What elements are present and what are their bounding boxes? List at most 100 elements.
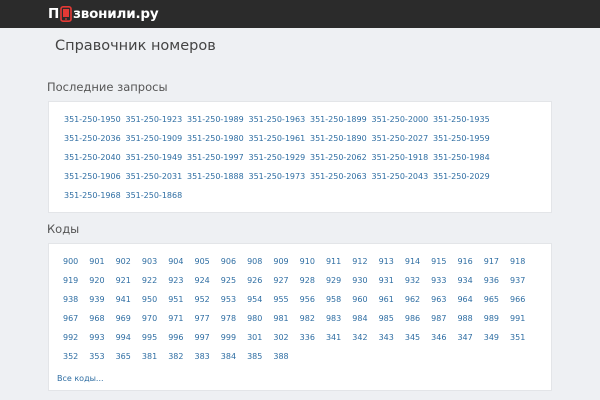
recent-number-link[interactable]: 351-250-1989 (187, 114, 249, 133)
code-link[interactable]: 978 (221, 313, 247, 332)
code-link[interactable]: 963 (431, 294, 457, 313)
code-link[interactable]: 904 (168, 256, 194, 275)
code-link[interactable]: 930 (352, 275, 378, 294)
code-link[interactable]: 934 (457, 275, 483, 294)
code-link[interactable]: 953 (221, 294, 247, 313)
code-link[interactable]: 951 (168, 294, 194, 313)
code-link[interactable]: 912 (352, 256, 378, 275)
code-link[interactable]: 950 (142, 294, 168, 313)
recent-number-link[interactable]: 351-250-1923 (126, 114, 188, 133)
code-link[interactable]: 905 (194, 256, 220, 275)
code-link[interactable]: 931 (379, 275, 405, 294)
recent-number-link[interactable]: 351-250-1929 (249, 152, 311, 171)
recent-number-link[interactable]: 351-250-1935 (433, 114, 495, 133)
code-link[interactable]: 980 (247, 313, 273, 332)
code-link[interactable]: 922 (142, 275, 168, 294)
code-link[interactable]: 384 (221, 351, 247, 370)
code-link[interactable]: 982 (300, 313, 326, 332)
code-link[interactable]: 336 (300, 332, 326, 351)
code-link[interactable]: 901 (89, 256, 115, 275)
code-link[interactable]: 926 (247, 275, 273, 294)
recent-number-link[interactable]: 351-250-1949 (126, 152, 188, 171)
recent-number-link[interactable]: 351-250-1868 (126, 190, 188, 209)
code-link[interactable]: 971 (168, 313, 194, 332)
code-link[interactable]: 911 (326, 256, 352, 275)
code-link[interactable]: 952 (194, 294, 220, 313)
code-link[interactable]: 954 (247, 294, 273, 313)
code-link[interactable]: 919 (63, 275, 89, 294)
code-link[interactable]: 908 (247, 256, 273, 275)
code-link[interactable]: 365 (116, 351, 142, 370)
code-link[interactable]: 983 (326, 313, 352, 332)
recent-number-link[interactable]: 351-250-1963 (249, 114, 311, 133)
code-link[interactable]: 347 (457, 332, 483, 351)
code-link[interactable]: 986 (405, 313, 431, 332)
code-link[interactable]: 988 (457, 313, 483, 332)
recent-number-link[interactable]: 351-250-1906 (64, 171, 126, 190)
all-codes-link[interactable]: Все коды... (57, 374, 104, 383)
code-link[interactable]: 921 (116, 275, 142, 294)
code-link[interactable]: 900 (63, 256, 89, 275)
code-link[interactable]: 916 (457, 256, 483, 275)
code-link[interactable]: 999 (221, 332, 247, 351)
code-link[interactable]: 346 (431, 332, 457, 351)
recent-number-link[interactable]: 351-250-1899 (310, 114, 372, 133)
code-link[interactable]: 352 (63, 351, 89, 370)
code-link[interactable]: 341 (326, 332, 352, 351)
code-link[interactable]: 997 (194, 332, 220, 351)
code-link[interactable]: 996 (168, 332, 194, 351)
code-link[interactable]: 915 (431, 256, 457, 275)
code-link[interactable]: 964 (457, 294, 483, 313)
code-link[interactable]: 941 (116, 294, 142, 313)
recent-number-link[interactable]: 351-250-2029 (433, 171, 495, 190)
recent-number-link[interactable]: 351-250-2036 (64, 133, 126, 152)
code-link[interactable]: 962 (405, 294, 431, 313)
code-link[interactable]: 981 (273, 313, 299, 332)
code-link[interactable]: 923 (168, 275, 194, 294)
code-link[interactable]: 902 (116, 256, 142, 275)
code-link[interactable]: 932 (405, 275, 431, 294)
code-link[interactable]: 910 (300, 256, 326, 275)
code-link[interactable]: 909 (273, 256, 299, 275)
code-link[interactable]: 987 (431, 313, 457, 332)
site-logo[interactable]: П звонили.ру (48, 5, 159, 23)
recent-number-link[interactable]: 351-250-1950 (64, 114, 126, 133)
recent-number-link[interactable]: 351-250-1984 (433, 152, 495, 171)
code-link[interactable]: 958 (326, 294, 352, 313)
code-link[interactable]: 382 (168, 351, 194, 370)
code-link[interactable]: 913 (379, 256, 405, 275)
code-link[interactable]: 927 (273, 275, 299, 294)
code-link[interactable]: 966 (510, 294, 536, 313)
code-link[interactable]: 961 (379, 294, 405, 313)
recent-number-link[interactable]: 351-250-2062 (310, 152, 372, 171)
code-link[interactable]: 970 (142, 313, 168, 332)
code-link[interactable]: 301 (247, 332, 273, 351)
code-link[interactable]: 956 (300, 294, 326, 313)
code-link[interactable]: 924 (194, 275, 220, 294)
code-link[interactable]: 977 (194, 313, 220, 332)
code-link[interactable]: 343 (379, 332, 405, 351)
code-link[interactable]: 955 (273, 294, 299, 313)
recent-number-link[interactable]: 351-250-2063 (310, 171, 372, 190)
code-link[interactable]: 351 (510, 332, 536, 351)
code-link[interactable]: 960 (352, 294, 378, 313)
recent-number-link[interactable]: 351-250-1888 (187, 171, 249, 190)
code-link[interactable]: 993 (89, 332, 115, 351)
recent-number-link[interactable]: 351-250-1959 (433, 133, 495, 152)
code-link[interactable]: 903 (142, 256, 168, 275)
code-link[interactable]: 353 (89, 351, 115, 370)
code-link[interactable]: 917 (484, 256, 510, 275)
recent-number-link[interactable]: 351-250-1909 (126, 133, 188, 152)
recent-number-link[interactable]: 351-250-2027 (372, 133, 434, 152)
code-link[interactable]: 345 (405, 332, 431, 351)
code-link[interactable]: 929 (326, 275, 352, 294)
code-link[interactable]: 385 (247, 351, 273, 370)
code-link[interactable]: 381 (142, 351, 168, 370)
code-link[interactable]: 965 (484, 294, 510, 313)
code-link[interactable]: 918 (510, 256, 536, 275)
code-link[interactable]: 985 (379, 313, 405, 332)
code-link[interactable]: 991 (510, 313, 536, 332)
recent-number-link[interactable]: 351-250-2000 (372, 114, 434, 133)
code-link[interactable]: 989 (484, 313, 510, 332)
recent-number-link[interactable]: 351-250-1961 (249, 133, 311, 152)
